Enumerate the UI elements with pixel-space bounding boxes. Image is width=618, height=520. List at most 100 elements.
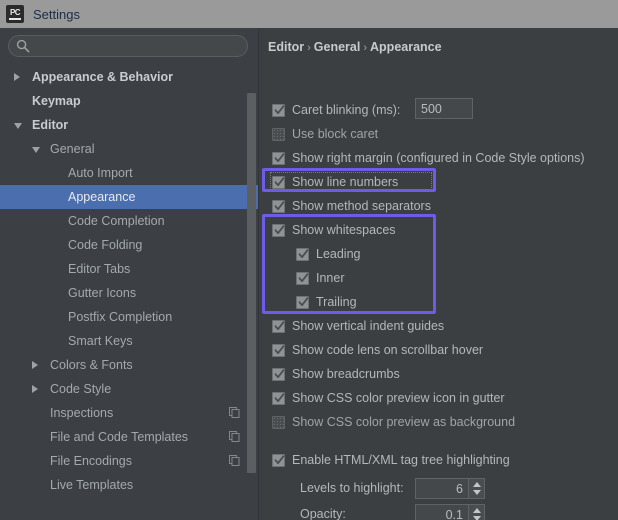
option-show-right-margin-configured-in-code-style-options[interactable]: Show right margin (configured in Code St… <box>272 146 585 170</box>
sidebar-item-label: Colors & Fonts <box>50 358 133 372</box>
copy-icon[interactable] <box>229 407 240 418</box>
checkbox-show-method-separators[interactable] <box>272 199 285 213</box>
settings-dialog: PC Settings Appearance & Behavior Keymap E… <box>0 0 618 520</box>
spinner-opacity[interactable]: 0.1 <box>415 504 485 520</box>
option-inner[interactable]: Inner <box>296 266 345 290</box>
option-show-css-color-preview-as-background[interactable]: Show CSS color preview as background <box>272 410 515 434</box>
search-input[interactable] <box>8 35 248 57</box>
checkbox-leading[interactable] <box>296 247 309 261</box>
sidebar-item-appearance[interactable]: Appearance <box>0 185 258 209</box>
sidebar-item-smart-keys[interactable]: Smart Keys <box>0 329 258 353</box>
sidebar-scrollbar-thumb[interactable] <box>247 93 256 473</box>
option-show-breadcrumbs[interactable]: Show breadcrumbs <box>272 362 400 386</box>
sidebar-item-label: Smart Keys <box>68 334 133 348</box>
option-leading[interactable]: Leading <box>296 242 361 266</box>
sidebar-item-inspections[interactable]: Inspections <box>0 401 258 425</box>
checkbox-show-css-color-preview-as-background[interactable] <box>272 415 285 429</box>
sidebar-item-editor[interactable]: Editor <box>0 113 258 137</box>
option-show-css-color-preview-icon-in-gutter[interactable]: Show CSS color preview icon in gutter <box>272 386 505 410</box>
settings-tree[interactable]: Appearance & Behavior Keymap Editor General… <box>0 65 258 520</box>
check-icon <box>298 248 309 258</box>
label-opacity: Opacity: <box>300 507 346 520</box>
breadcrumb-separator: › <box>363 42 368 54</box>
spinner-levels-to-highlight[interactable]: 6 <box>415 478 485 499</box>
sidebar-item-code-folding[interactable]: Code Folding <box>0 233 258 257</box>
checkbox-show-right-margin-configured-in-code-style-options[interactable] <box>272 151 285 165</box>
checkbox-use-block-caret[interactable] <box>272 127 285 141</box>
option-show-code-lens-on-scrollbar-hover[interactable]: Show code lens on scrollbar hover <box>272 338 483 362</box>
sidebar-item-colors-fonts[interactable]: Colors & Fonts <box>0 353 258 377</box>
sidebar-item-appearance-behavior[interactable]: Appearance & Behavior <box>0 65 258 89</box>
sidebar-item-live-templates[interactable]: Live Templates <box>0 473 258 497</box>
sidebar-item-label: Appearance & Behavior <box>32 70 174 84</box>
pycharm-icon-text: PC <box>9 7 21 17</box>
spinner-down-icon[interactable] <box>472 516 481 520</box>
chevron-down-icon[interactable] <box>32 147 40 153</box>
option-show-line-numbers[interactable]: Show line numbers <box>272 170 398 194</box>
sidebar-item-label: Code Folding <box>68 238 143 252</box>
checkbox-show-css-color-preview-icon-in-gutter[interactable] <box>272 391 285 405</box>
caret-blinking-input[interactable] <box>415 98 473 119</box>
option-label: Show whitespaces <box>292 223 396 237</box>
spinner-value-levels-to-highlight[interactable]: 6 <box>416 479 468 498</box>
option-show-whitespaces[interactable]: Show whitespaces <box>272 218 396 242</box>
spinner-value-opacity[interactable]: 0.1 <box>416 505 468 520</box>
sidebar-scrollbar-track[interactable] <box>247 93 256 473</box>
breadcrumb-separator: › <box>307 42 311 54</box>
option-use-block-caret[interactable]: Use block caret <box>272 122 378 146</box>
chevron-right-icon[interactable] <box>32 385 38 393</box>
spinner-up-icon[interactable] <box>472 508 481 513</box>
spinner-up-icon[interactable] <box>472 482 481 487</box>
checkbox-show-line-numbers[interactable] <box>272 175 285 189</box>
checkbox-show-vertical-indent-guides[interactable] <box>272 319 285 333</box>
option-label: Inner <box>316 271 345 285</box>
check-icon <box>298 272 309 282</box>
sidebar-item-label: File and Code Templates <box>50 430 189 444</box>
sidebar-item-auto-import[interactable]: Auto Import <box>0 161 258 185</box>
checkbox-caret-blinking-ms[interactable] <box>272 103 285 117</box>
chevron-down-icon[interactable] <box>14 123 22 129</box>
spinner-buttons[interactable] <box>468 505 484 520</box>
check-icon <box>274 320 285 330</box>
option-label: Trailing <box>316 295 357 309</box>
copy-icon[interactable] <box>229 455 240 466</box>
checkbox-show-whitespaces[interactable] <box>272 223 285 237</box>
chevron-right-icon[interactable] <box>14 73 20 81</box>
check-icon <box>274 224 285 234</box>
check-icon <box>274 344 285 354</box>
option-enable-html-xml-tag-tree-highlighting[interactable]: Enable HTML/XML tag tree highlighting <box>272 448 510 472</box>
sidebar-item-file-and-code-templates[interactable]: File and Code Templates <box>0 425 258 449</box>
checkbox-trailing[interactable] <box>296 295 309 309</box>
sidebar-item-keymap[interactable]: Keymap <box>0 89 258 113</box>
sidebar-item-label: Postfix Completion <box>68 310 173 324</box>
option-label: Show code lens on scrollbar hover <box>292 343 484 357</box>
option-show-vertical-indent-guides[interactable]: Show vertical indent guides <box>272 314 444 338</box>
sidebar-item-code-style[interactable]: Code Style <box>0 377 258 401</box>
checkbox-show-code-lens-on-scrollbar-hover[interactable] <box>272 343 285 357</box>
settings-content-pane: Editor › General › Appearance Caret blinking… <box>262 28 618 520</box>
option-label: Show method separators <box>292 199 431 213</box>
sidebar-item-editor-tabs[interactable]: Editor Tabs <box>0 257 258 281</box>
sidebar-item-label: Editor <box>32 118 69 132</box>
sidebar-item-gutter-icons[interactable]: Gutter Icons <box>0 281 258 305</box>
option-show-method-separators[interactable]: Show method separators <box>272 194 431 218</box>
copy-icon[interactable] <box>229 431 240 442</box>
sidebar-item-general[interactable]: General <box>0 137 258 161</box>
sidebar-item-label: Keymap <box>32 94 81 108</box>
pycharm-app-icon: PC <box>6 5 24 23</box>
option-trailing[interactable]: Trailing <box>296 290 357 314</box>
spinner-down-icon[interactable] <box>472 490 481 495</box>
chevron-right-icon[interactable] <box>32 361 38 369</box>
sidebar-item-file-encodings[interactable]: File Encodings <box>0 449 258 473</box>
checkbox-show-breadcrumbs[interactable] <box>272 367 285 381</box>
spinner-buttons[interactable] <box>468 479 484 498</box>
window-titlebar: PC Settings <box>0 0 618 28</box>
checkbox-inner[interactable] <box>296 271 309 285</box>
sidebar-item-code-completion[interactable]: Code Completion <box>0 209 258 233</box>
sidebar-item-label: File Encodings <box>50 454 132 468</box>
checkbox-enable-html-xml-tag-tree-highlighting[interactable] <box>272 453 285 467</box>
sidebar-item-postfix-completion[interactable]: Postfix Completion <box>0 305 258 329</box>
breadcrumb-part-appearance: Appearance <box>370 40 442 54</box>
option-caret-blinking-ms[interactable]: Caret blinking (ms): <box>272 98 400 122</box>
option-label: Enable HTML/XML tag tree highlighting <box>292 453 510 467</box>
